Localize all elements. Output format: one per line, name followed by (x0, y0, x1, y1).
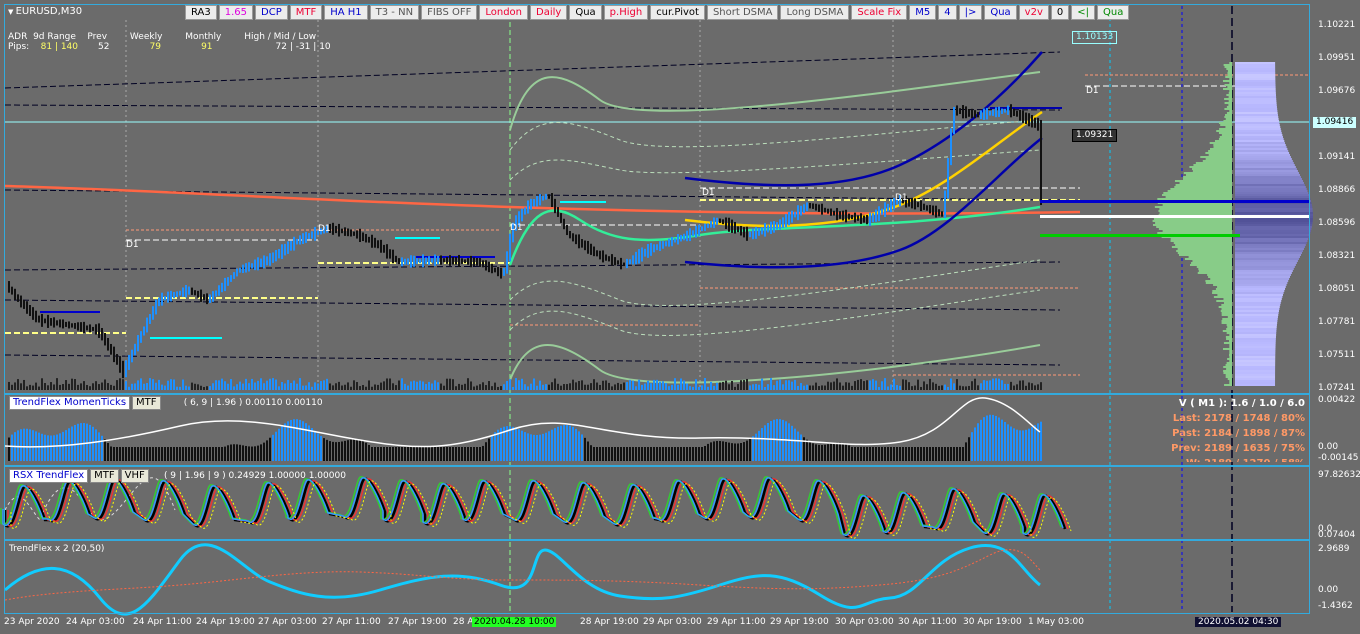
toolbar-button[interactable]: London (479, 5, 529, 20)
ind1-mtf[interactable]: MTF (132, 396, 161, 410)
toolbar-button[interactable]: FIBS OFF (421, 5, 478, 20)
ind3-axis-top: 2.9689 (1318, 544, 1350, 554)
toolbar-button[interactable]: Scale Fix (851, 5, 908, 20)
volume-stats: V ( M1 ): 1.6 / 1.0 / 6.0 Last: 2178 / 1… (1171, 398, 1305, 462)
toolbar-button[interactable]: Qua (569, 5, 602, 20)
ind3-pane (4, 540, 1310, 614)
price-axis-label: 1.08596 (1318, 218, 1356, 228)
toolbar-button[interactable]: cur.Pivot (650, 5, 705, 20)
price-axis-label: 1.08321 (1318, 251, 1356, 261)
price-axis-label: 1.10221 (1318, 20, 1356, 30)
ind1-name[interactable]: TrendFlex MomenTicks (9, 396, 131, 410)
time-axis-label: 30 Apr 11:00 (898, 617, 957, 627)
ind2-vhf[interactable]: VHF (120, 469, 149, 483)
toolbar-button[interactable]: Daily (530, 5, 568, 20)
time-axis-label: 1 May 03:00 (1028, 617, 1084, 627)
toolbar-button[interactable]: RA3 (185, 5, 217, 20)
toolbar-button[interactable]: <| (1071, 5, 1095, 20)
time-axis-label: 2020.04.28 10:00 (472, 617, 557, 627)
toolbar-button[interactable]: v2v (1018, 5, 1049, 20)
toolbar-button[interactable]: 1.65 (218, 5, 254, 20)
toolbar-button[interactable]: p.High (603, 5, 649, 20)
main-pane (4, 4, 1310, 394)
price-axis-label: 1.07241 (1318, 383, 1356, 393)
time-axis-label: 27 Apr 03:00 (258, 617, 317, 627)
price-tag-top: 1.10133 (1072, 31, 1118, 44)
ind2-title: RSX TrendFlex MTF VHF ( 9 | 1.96 | 9 ) 0.2… (9, 469, 346, 483)
toolbar-button[interactable]: Qua (1097, 5, 1130, 20)
ind3-title: TrendFlex x 2 (20,50) (9, 544, 105, 554)
toolbar-button[interactable]: DCP (255, 5, 288, 20)
dropdown-icon: ▼ (8, 8, 16, 16)
time-axis-label: 30 Apr 19:00 (963, 617, 1022, 627)
d1-label: D1 (126, 240, 139, 250)
toolbar-button[interactable]: HA H1 (324, 5, 368, 20)
time-axis-label: 27 Apr 19:00 (388, 617, 447, 627)
time-axis-label: 29 Apr 03:00 (643, 617, 702, 627)
time-axis-label: 27 Apr 11:00 (322, 617, 381, 627)
time-axis-label: 30 Apr 03:00 (835, 617, 894, 627)
time-axis-label: 24 Apr 11:00 (133, 617, 192, 627)
toolbar-button[interactable]: MTF (289, 5, 323, 20)
d1-label: D1 (895, 193, 908, 203)
toolbar-button[interactable]: Qua (984, 5, 1017, 20)
time-axis-label: 29 Apr 19:00 (770, 617, 829, 627)
symbol-label: ▼ EURUSD,M30 (8, 6, 83, 17)
ind2-axis-top: 97.82632 (1318, 470, 1360, 480)
price-axis-label: 1.08051 (1318, 284, 1356, 294)
time-axis-label: 29 Apr 11:00 (707, 617, 766, 627)
ind1-axis-bot: -0.00145 (1318, 453, 1359, 463)
ind1-axis-top: 0.00422 (1318, 395, 1356, 405)
price-axis-label: 1.09676 (1318, 86, 1356, 96)
ind1-title: TrendFlex MomenTicks MTF ( 6, 9 | 1.96 ) … (9, 396, 323, 410)
time-axis-label: 28 A (453, 617, 474, 627)
price-axis-label: 1.07511 (1318, 350, 1356, 360)
ind3-axis-mid: 0.00 (1318, 585, 1339, 595)
toolbar-button[interactable]: Short DSMA (706, 5, 779, 20)
ind2-mtf[interactable]: MTF (90, 469, 119, 483)
time-axis-label: 28 Apr 19:00 (580, 617, 639, 627)
toolbar-button[interactable]: M5 (909, 5, 937, 20)
d1-label: D1 (318, 224, 331, 234)
adr-info: ADR 9d Range Prev Weekly Monthly High / … (8, 32, 317, 42)
price-axis-label: 1.07781 (1318, 317, 1356, 327)
time-axis-label: 24 Apr 19:00 (196, 617, 255, 627)
toolbar-button[interactable]: 0 (1050, 5, 1070, 20)
ind2-name[interactable]: RSX TrendFlex (9, 469, 89, 483)
price-axis-label: 1.08866 (1318, 185, 1356, 195)
pips-info: Pips: 81 | 140 52 79 91 72 | -31 | 10 (8, 42, 331, 52)
toolbar-button[interactable]: Long DSMA (780, 5, 850, 20)
time-axis-label: 2020.05.02 04:30 (1195, 617, 1282, 627)
d1-label: D1 (510, 223, 523, 233)
price-axis-label: 1.09141 (1318, 152, 1356, 162)
d1-label: D1 (1086, 86, 1099, 96)
toolbar-button[interactable]: 4 (938, 5, 957, 20)
price-axis-label: 1.09951 (1318, 53, 1356, 63)
indicator-toolbar: RA3 1.65 DCP MTF HA H1 T3 - NN FIBS OFF London D… (185, 5, 1130, 20)
price-tag-mid: 1.09321 (1072, 129, 1118, 142)
ind2-axis-bot: 0.07404 (1318, 530, 1356, 540)
time-axis-label: 24 Apr 03:00 (66, 617, 125, 627)
ind3-axis-bot: -1.4362 (1318, 601, 1353, 611)
d1-label: D1 (702, 188, 715, 198)
toolbar-button[interactable]: T3 - NN (369, 5, 420, 20)
current-price-tag: 1.09416 (1313, 117, 1357, 128)
toolbar-button[interactable]: |> (958, 5, 983, 20)
time-axis-label: 23 Apr 2020 (4, 617, 60, 627)
ind1-axis-mid: 0.00 (1318, 442, 1339, 452)
